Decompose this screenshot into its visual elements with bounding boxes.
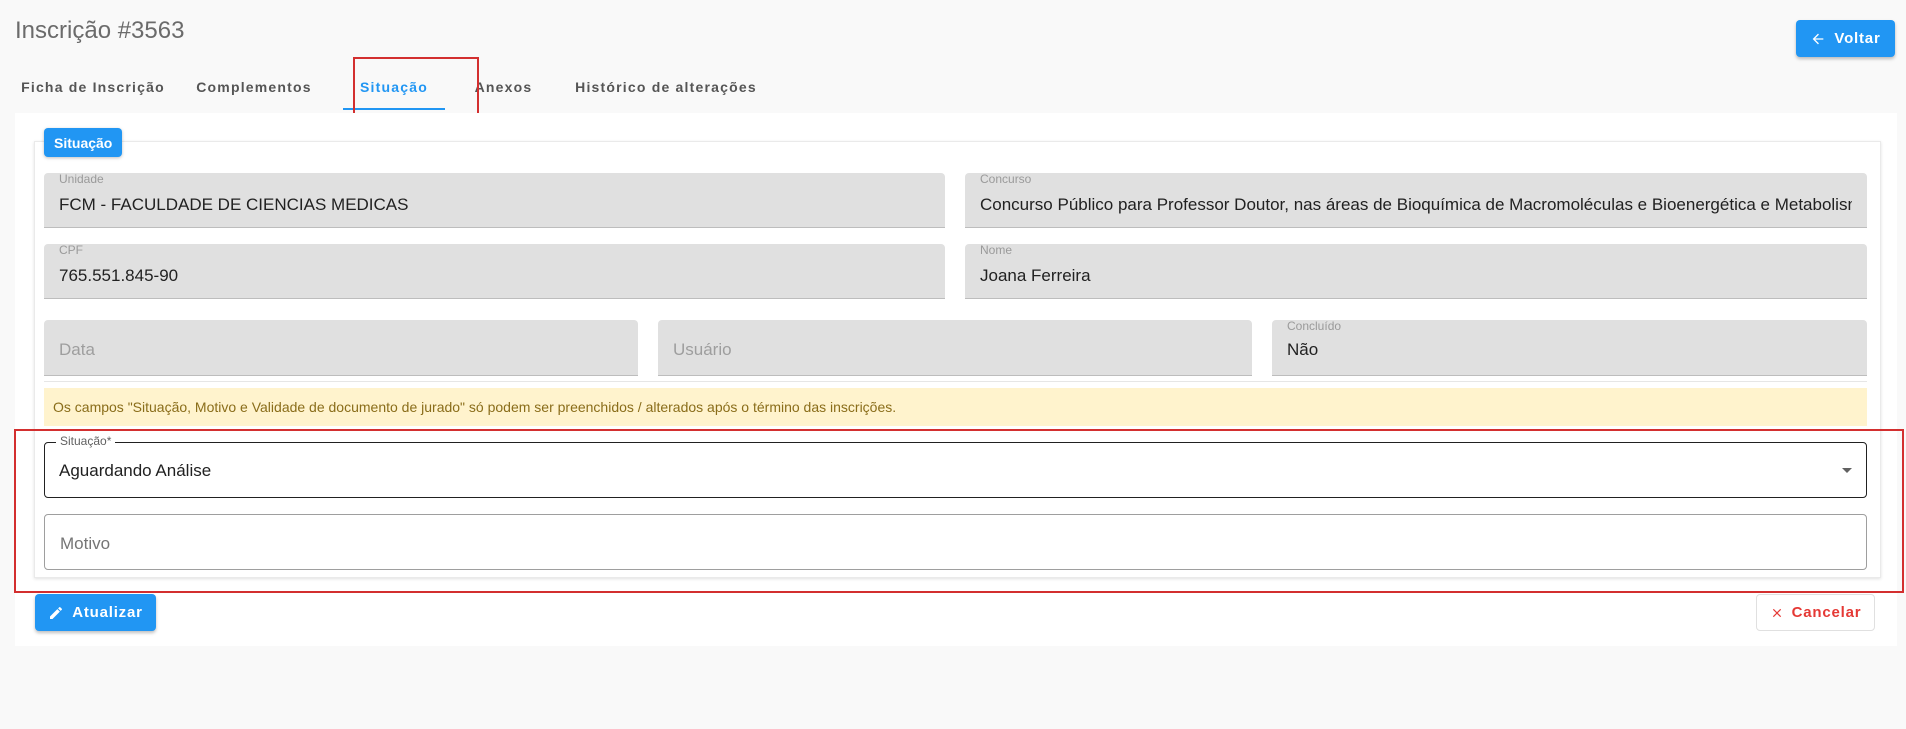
- cancel-button-label: Cancelar: [1791, 604, 1862, 621]
- concluido-field: Concluído Não: [1272, 319, 1867, 376]
- concurso-label: Concurso: [980, 172, 1032, 186]
- unidade-field: Unidade FCM - FACULDADE DE CIENCIAS MEDI…: [44, 172, 945, 228]
- usuario-placeholder: Usuário: [673, 340, 732, 359]
- close-icon: [1770, 606, 1784, 620]
- tab-historico-de-alteracoes[interactable]: Histórico de alterações: [556, 62, 776, 112]
- concurso-value: Concurso Público para Professor Doutor, …: [980, 195, 1852, 214]
- arrow-left-icon: [1810, 31, 1826, 47]
- concurso-field: Concurso Concurso Público para Professor…: [965, 172, 1867, 228]
- data-placeholder: Data: [59, 340, 95, 359]
- concluido-label: Concluído: [1287, 319, 1342, 333]
- nome-label: Nome: [980, 243, 1013, 257]
- info-alert: Os campos "Situação, Motivo e Validade d…: [44, 388, 1867, 426]
- tab-complementos[interactable]: Complementos: [171, 62, 337, 112]
- pencil-icon: [48, 605, 64, 621]
- cpf-value: 765.551.845-90: [59, 266, 179, 285]
- back-button[interactable]: Voltar: [1796, 20, 1895, 57]
- nome-value: Joana Ferreira: [980, 266, 1091, 285]
- cpf-field: CPF 765.551.845-90: [44, 243, 945, 299]
- concluido-value: Não: [1287, 340, 1319, 359]
- update-button-label: Atualizar: [72, 604, 143, 621]
- page-title: Inscrição #3563: [15, 17, 185, 44]
- unidade-value: FCM - FACULDADE DE CIENCIAS MEDICAS: [59, 195, 409, 214]
- usuario-field: Usuário: [658, 320, 1252, 376]
- update-button[interactable]: Atualizar: [35, 594, 156, 631]
- unidade-label: Unidade: [59, 172, 104, 186]
- back-button-label: Voltar: [1834, 30, 1881, 47]
- cancel-button[interactable]: Cancelar: [1756, 594, 1875, 631]
- data-field: Data: [44, 320, 638, 376]
- nome-field: Nome Joana Ferreira: [965, 243, 1867, 299]
- section-chip: Situação: [44, 128, 123, 157]
- tab-ficha-de-inscricao[interactable]: Ficha de Inscrição: [15, 62, 171, 112]
- cpf-label: CPF: [59, 243, 83, 257]
- form-highlight-box: [14, 429, 1904, 593]
- divider: [44, 381, 1867, 382]
